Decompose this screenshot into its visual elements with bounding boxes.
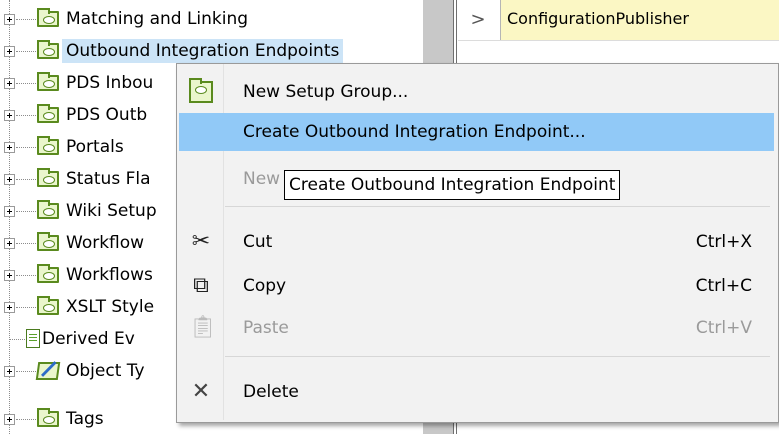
tree-connector [16, 211, 36, 212]
expand-icon[interactable] [4, 46, 15, 57]
expand-icon[interactable] [4, 366, 15, 377]
tree-item-label: Derived Ev [42, 329, 135, 349]
tree-item-label: PDS Inbou [66, 73, 154, 93]
tree-item-label: PDS Outb [66, 105, 148, 125]
menu-item-new-setup-group[interactable]: New Setup Group... [179, 73, 774, 111]
menu-separator [225, 206, 770, 207]
folder-icon [37, 296, 59, 315]
folder-icon [37, 232, 59, 251]
expand-icon[interactable] [4, 414, 15, 425]
tree-item-label: Object Ty [66, 361, 145, 381]
menu-item-shortcut: Ctrl+V [695, 318, 752, 338]
menu-item-shortcut: Ctrl+X [695, 232, 752, 252]
folder-icon [37, 104, 59, 123]
tree-item-label: Workflow [66, 233, 145, 253]
menu-item-label: New Setup Group... [243, 82, 409, 102]
tree-connector [16, 179, 36, 180]
menu-item-copy[interactable]: ⧉ Copy Ctrl+C [179, 267, 774, 305]
tree-connector [16, 371, 36, 372]
tree-connector [16, 19, 36, 20]
tree-item-label: Portals [66, 137, 124, 157]
folder-icon [37, 8, 59, 27]
menu-item-cut[interactable]: ✂ Cut Ctrl+X [179, 223, 774, 261]
tooltip: Create Outbound Integration Endpoint [284, 170, 621, 200]
delete-icon: ✕ [191, 379, 211, 404]
menu-item-create-outbound-integration-endpoint[interactable]: Create Outbound Integration Endpoint... [179, 113, 774, 151]
tree-connector [16, 147, 36, 148]
menu-item-label: Paste [243, 318, 289, 338]
menu-item-label: New [243, 169, 281, 189]
menu-item-label: Create Outbound Integration Endpoint... [243, 122, 586, 142]
expand-icon[interactable] [4, 302, 15, 313]
tree-item-label: Workflows [66, 265, 153, 285]
tree-item-label: Outbound Integration Endpoints [62, 39, 344, 63]
tree-item-label: Status Fla [66, 169, 151, 189]
folder-icon [37, 168, 59, 187]
folder-icon [37, 136, 59, 155]
tree-connector [16, 51, 36, 52]
tree-item-matching-and-linking[interactable]: Matching and Linking [0, 5, 423, 35]
expand-icon[interactable] [4, 110, 15, 121]
tree-item-label: XSLT Style [66, 297, 155, 317]
expand-arrow-icon[interactable]: > [458, 0, 498, 40]
tree-item-label: Wiki Setup [66, 201, 157, 221]
folder-icon [37, 264, 59, 283]
menu-separator [225, 356, 770, 357]
tree-connector [16, 83, 36, 84]
menu-item-label: Copy [243, 276, 287, 296]
expand-icon[interactable] [4, 142, 15, 153]
expand-icon[interactable] [4, 78, 15, 89]
tree-item-label: Tags [66, 409, 104, 429]
expand-icon[interactable] [4, 270, 15, 281]
property-row[interactable]: > ConfigurationPublisher [458, 0, 779, 41]
menu-item-paste[interactable]: 📋︎ Paste Ctrl+V [179, 309, 774, 347]
scissors-icon: ✂ [191, 229, 211, 254]
menu-item-label: Delete [243, 382, 299, 402]
menu-item-label: Cut [243, 232, 273, 252]
document-icon [26, 329, 40, 348]
paste-icon: 📋︎ [189, 315, 217, 340]
folder-icon [37, 40, 59, 59]
property-value[interactable]: ConfigurationPublisher [500, 0, 779, 40]
tree-item-label: Matching and Linking [66, 9, 249, 29]
expand-icon[interactable] [4, 238, 15, 249]
menu-item-shortcut: Ctrl+C [695, 276, 752, 296]
folder-icon [189, 78, 213, 103]
tree-connector [16, 243, 36, 244]
expand-icon[interactable] [4, 14, 15, 25]
folder-icon [37, 200, 59, 219]
tree-connector [10, 339, 25, 340]
tree-connector [16, 307, 36, 308]
expand-icon[interactable] [4, 174, 15, 185]
tree-connector [16, 419, 36, 420]
tree-connector [16, 115, 36, 116]
folder-icon [37, 408, 59, 427]
tree-connector [16, 275, 36, 276]
copy-icon: ⧉ [193, 273, 209, 298]
expand-icon[interactable] [4, 206, 15, 217]
object-type-icon [35, 362, 61, 380]
folder-icon [37, 72, 59, 91]
menu-item-delete[interactable]: ✕ Delete [179, 373, 774, 411]
context-menu: New Setup Group... Create Outbound Integ… [176, 63, 779, 423]
